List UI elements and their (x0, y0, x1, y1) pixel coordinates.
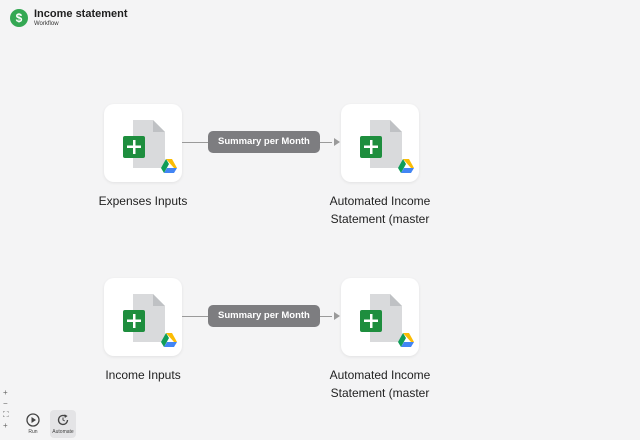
dollar-logo-icon: $ (10, 9, 28, 27)
node-income-inputs-label: Income Inputs (105, 368, 181, 382)
step-summary-per-month[interactable]: Summary per Month (208, 131, 320, 153)
play-circle-icon (26, 413, 40, 427)
arrow-right-icon (334, 138, 340, 146)
header-titles: Income statement Workflow (34, 8, 128, 28)
label-line-2: Statement (master (330, 386, 430, 400)
google-drive-icon (161, 159, 177, 173)
node-automated-income-statement[interactable] (341, 104, 419, 182)
node-automated-income-statement[interactable] (341, 278, 419, 356)
workflow-header: $ Income statement Workflow (10, 8, 128, 28)
automate-label: Automate (52, 429, 74, 435)
label-line-2: Statement (master (330, 212, 430, 226)
google-sheets-icon (360, 294, 402, 342)
node-automated-income-statement-label: Automated Income Statement (master (310, 366, 450, 402)
reset-view-button[interactable]: + (3, 422, 8, 430)
workflow-subtitle: Workflow (34, 21, 59, 27)
zoom-out-button[interactable]: − (3, 400, 8, 408)
label-line-1: Automated Income (329, 368, 431, 382)
google-sheets-icon (360, 120, 402, 168)
node-income-inputs[interactable] (104, 278, 182, 356)
workflow-canvas: $ Income statement Workflow Expenses Inp… (0, 0, 640, 440)
automate-button[interactable]: Automate (50, 410, 76, 438)
arrow-right-icon (334, 312, 340, 320)
run-button[interactable]: Run (20, 410, 46, 438)
node-expenses-inputs-label: Expenses Inputs (98, 194, 188, 208)
label-line-1: Automated Income (329, 194, 431, 208)
workflow-title[interactable]: Income statement (34, 8, 128, 20)
node-expenses-inputs[interactable] (104, 104, 182, 182)
google-drive-icon (161, 333, 177, 347)
zoom-in-button[interactable]: + (3, 389, 8, 397)
google-sheets-icon (123, 120, 165, 168)
step-summary-per-month[interactable]: Summary per Month (208, 305, 320, 327)
bottom-toolbar: Run Automate (20, 410, 76, 438)
run-label: Run (28, 429, 38, 435)
google-sheets-icon (123, 294, 165, 342)
node-automated-income-statement-label: Automated Income Statement (master (310, 192, 450, 228)
fit-view-button[interactable]: ⛶ (3, 411, 9, 419)
automate-refresh-icon (57, 414, 69, 426)
google-drive-icon (398, 159, 414, 173)
google-drive-icon (398, 333, 414, 347)
